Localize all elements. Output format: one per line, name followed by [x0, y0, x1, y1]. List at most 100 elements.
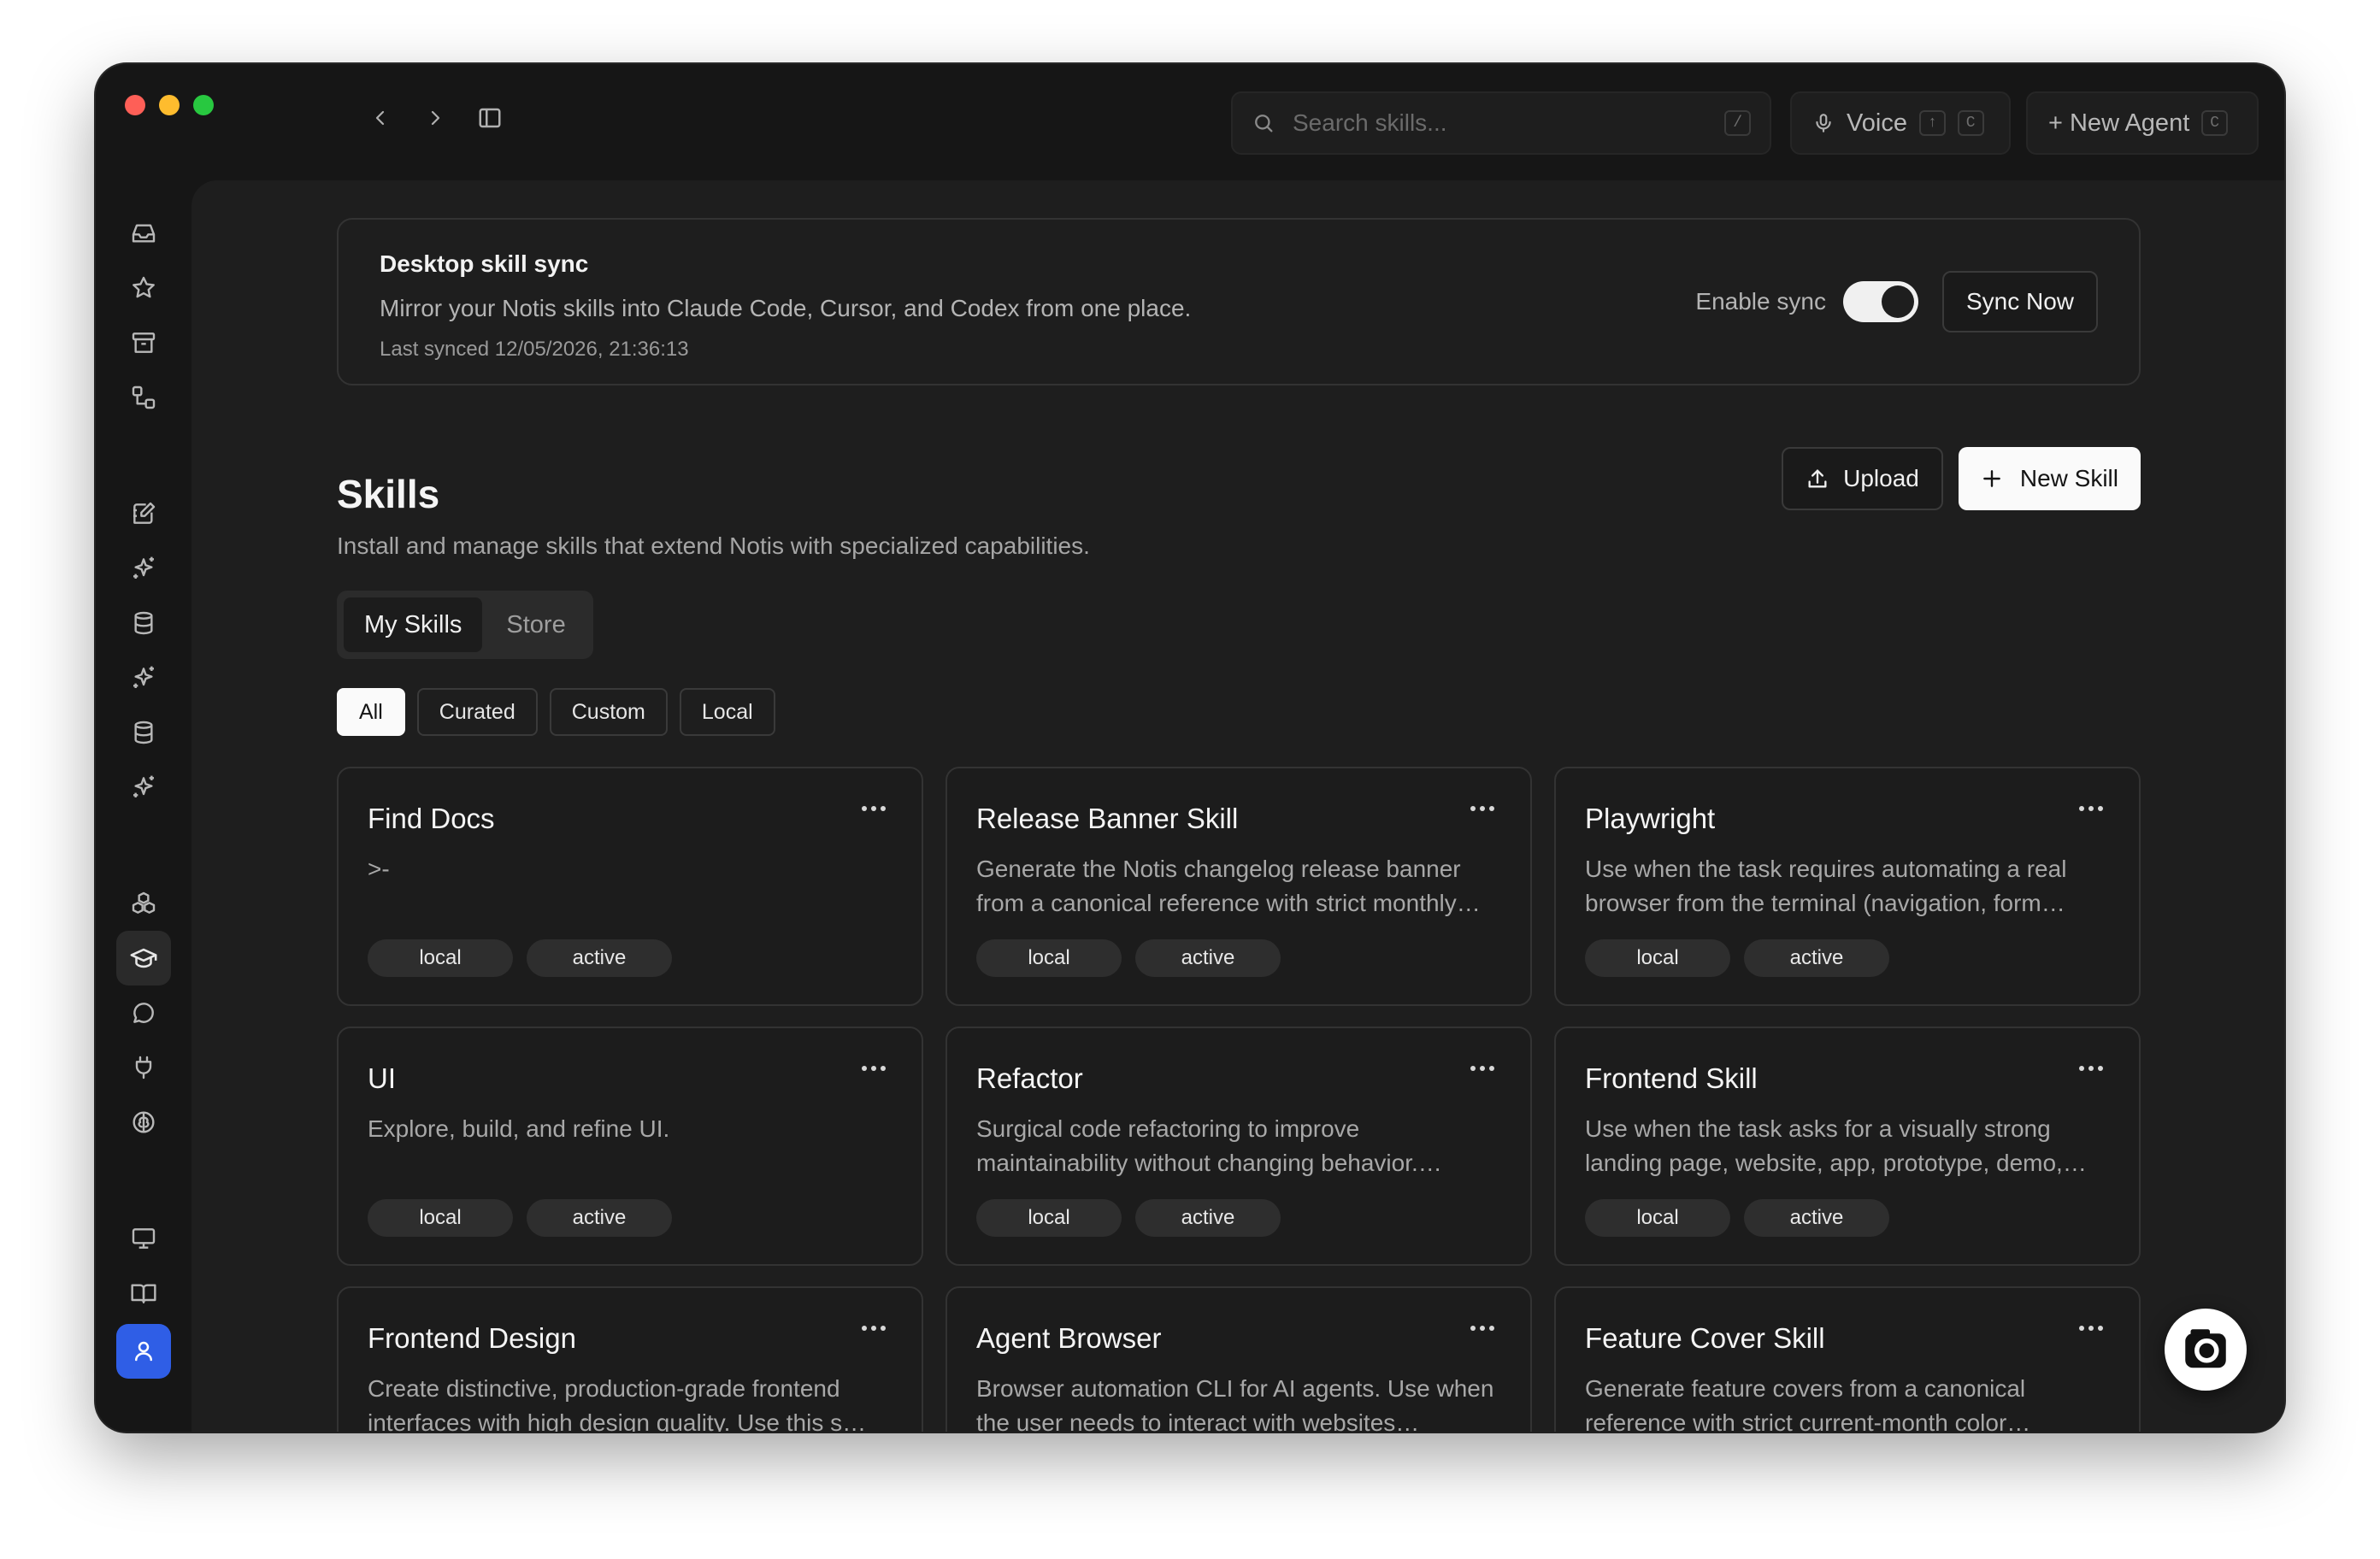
- voice-button[interactable]: Voice ↑ C: [1790, 91, 2011, 155]
- more-options-icon[interactable]: [1470, 806, 1494, 811]
- filter-curated[interactable]: Curated: [416, 688, 538, 736]
- sidebar-item-memory[interactable]: [116, 1095, 171, 1150]
- back-button[interactable]: [368, 105, 393, 131]
- plus-icon: [1983, 470, 2000, 487]
- more-options-icon[interactable]: [862, 1066, 886, 1071]
- tab-store[interactable]: Store: [486, 597, 586, 652]
- graduation-cap-icon: [130, 948, 157, 968]
- skill-card[interactable]: Refactor Surgical code refactoring to im…: [946, 1027, 1532, 1266]
- sidebar-item-database-1[interactable]: [116, 596, 171, 650]
- monitor-icon: [132, 1228, 156, 1249]
- sidebar-item-workflows[interactable]: [116, 370, 171, 425]
- sidebar-item-chat[interactable]: [116, 985, 171, 1040]
- skill-card[interactable]: Find Docs >- local active: [337, 767, 923, 1006]
- tag-source: local: [1585, 939, 1730, 977]
- more-options-icon[interactable]: [2079, 806, 2103, 811]
- sidebar-item-account[interactable]: [116, 1324, 171, 1379]
- page-title: Skills: [337, 472, 440, 516]
- book-open-icon: [131, 1284, 156, 1303]
- user-icon: [135, 1341, 152, 1362]
- skill-description: Explore, build, and refine UI.: [368, 1115, 670, 1142]
- skill-description: Generate the Notis changelog release ban…: [976, 856, 1481, 916]
- chevron-right-icon: [431, 110, 440, 126]
- sidebar-item-ai-1[interactable]: [116, 541, 171, 596]
- filter-chips: All Curated Custom Local: [337, 688, 775, 736]
- brain-icon: [133, 1111, 155, 1133]
- page-actions: Upload New Skill: [1782, 447, 2141, 510]
- forward-button[interactable]: [422, 105, 448, 131]
- skill-card[interactable]: Release Banner Skill Generate the Notis …: [946, 767, 1532, 1006]
- minimize-window-button[interactable]: [159, 95, 180, 115]
- sync-controls: Enable sync Sync Now: [1695, 271, 2098, 332]
- voice-shortcut-key-1: ↑: [1918, 110, 1946, 136]
- sidebar-item-inbox[interactable]: [116, 206, 171, 261]
- close-window-button[interactable]: [125, 95, 145, 115]
- sidebar-item-archive[interactable]: [116, 315, 171, 370]
- more-options-icon[interactable]: [1470, 1066, 1494, 1071]
- skill-title: Playwright: [1585, 803, 1716, 834]
- tag-source: local: [368, 939, 513, 977]
- toggle-sidebar-button[interactable]: [477, 105, 503, 131]
- desktop-sync-card: Desktop skill sync Mirror your Notis ski…: [337, 218, 2141, 385]
- search-box[interactable]: /: [1231, 91, 1771, 155]
- tag-status: active: [1135, 1199, 1281, 1237]
- filter-local[interactable]: Local: [679, 688, 775, 736]
- sidebar-item-favorites[interactable]: [116, 261, 171, 315]
- window-controls: [125, 95, 214, 115]
- sidebar-item-integrations[interactable]: [116, 876, 171, 931]
- sidebar-item-notes[interactable]: [116, 486, 171, 541]
- upload-icon: [1808, 469, 1827, 488]
- skill-card[interactable]: Frontend Design Create distinctive, prod…: [337, 1286, 923, 1432]
- tag-status: active: [1744, 939, 1889, 977]
- tag-source: local: [1585, 1199, 1730, 1237]
- tag-status: active: [527, 1199, 672, 1237]
- new-agent-shortcut-key: C: [2201, 110, 2229, 136]
- toggle-knob: [1881, 285, 1914, 318]
- filter-all[interactable]: All: [337, 688, 405, 736]
- sidebar-item-plugins[interactable]: [116, 1040, 171, 1095]
- upload-button[interactable]: Upload: [1782, 447, 1943, 510]
- main-panel: Desktop skill sync Mirror your Notis ski…: [191, 180, 2284, 1432]
- search-icon: [1255, 115, 1273, 132]
- more-options-icon[interactable]: [1470, 1326, 1494, 1331]
- microphone-icon: [1816, 114, 1831, 132]
- skill-title: Find Docs: [368, 803, 495, 834]
- new-agent-label: + New Agent: [2048, 109, 2190, 137]
- maximize-window-button[interactable]: [193, 95, 214, 115]
- more-options-icon[interactable]: [2079, 1326, 2103, 1331]
- new-agent-button[interactable]: + New Agent C: [2026, 91, 2259, 155]
- sidebar-item-skills[interactable]: [116, 931, 171, 985]
- enable-sync-toggle[interactable]: [1842, 281, 1918, 322]
- filter-custom[interactable]: Custom: [549, 688, 668, 736]
- skill-description: Create distinctive, production-grade fro…: [368, 1375, 867, 1432]
- skill-card[interactable]: Frontend Skill Use when the task asks fo…: [1554, 1027, 2141, 1266]
- skill-card[interactable]: UI Explore, build, and refine UI. local …: [337, 1027, 923, 1266]
- new-skill-button[interactable]: New Skill: [1958, 447, 2141, 510]
- more-options-icon[interactable]: [862, 806, 886, 811]
- search-input[interactable]: [1293, 109, 1725, 137]
- skill-card[interactable]: Playwright Use when the task requires au…: [1554, 767, 2141, 1006]
- sidebar-item-database-2[interactable]: [116, 705, 171, 760]
- tab-my-skills[interactable]: My Skills: [344, 597, 483, 652]
- voice-label: Voice: [1847, 109, 1907, 137]
- sidebar-item-ai-3[interactable]: [116, 760, 171, 815]
- star-icon: [133, 276, 155, 298]
- boxes-icon: [132, 891, 156, 914]
- more-options-icon[interactable]: [2079, 1066, 2103, 1071]
- skill-title: Agent Browser: [976, 1322, 1162, 1354]
- skill-tags: local active: [368, 939, 672, 977]
- screenshot-button[interactable]: [2165, 1309, 2247, 1391]
- sidebar-item-desktop[interactable]: [116, 1211, 171, 1266]
- chevron-left-icon: [375, 110, 385, 126]
- sparkles-icon: [133, 666, 154, 688]
- sync-last-synced: Last synced 12/05/2026, 21:36:13: [380, 338, 689, 361]
- skill-title: UI: [368, 1062, 396, 1094]
- sidebar-item-docs[interactable]: [116, 1266, 171, 1321]
- more-options-icon[interactable]: [862, 1326, 886, 1331]
- skill-card[interactable]: Agent Browser Browser automation CLI for…: [946, 1286, 1532, 1432]
- sidebar-item-ai-2[interactable]: [116, 650, 171, 705]
- sync-now-button[interactable]: Sync Now: [1941, 271, 2098, 332]
- database-icon: [134, 721, 153, 744]
- skill-card[interactable]: Feature Cover Skill Generate feature cov…: [1554, 1286, 2141, 1432]
- skill-title: Release Banner Skill: [976, 803, 1239, 834]
